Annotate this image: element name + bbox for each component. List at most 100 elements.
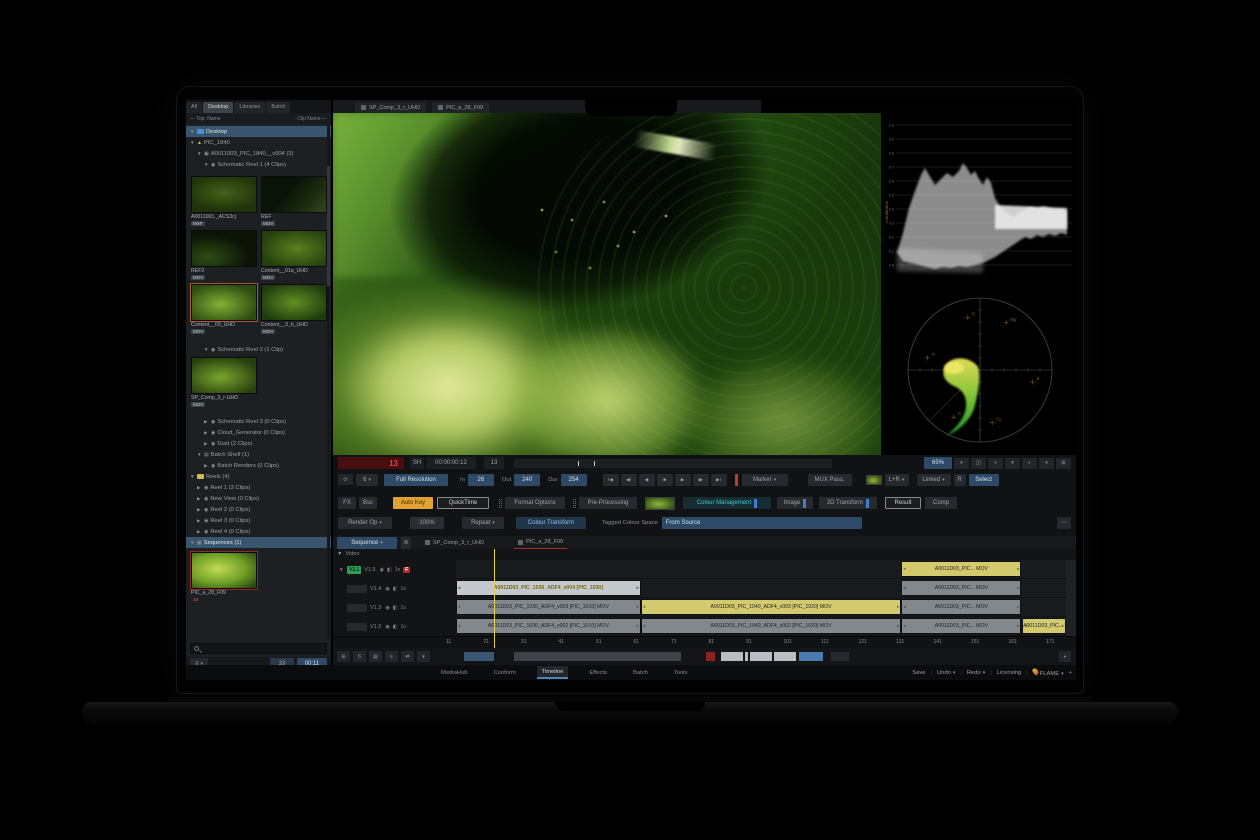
timeline-extent-bar[interactable] bbox=[514, 652, 681, 661]
eye-icon[interactable]: ◉ bbox=[385, 586, 389, 592]
tree-item[interactable]: ▼◉Schematic Reel 1 (4 Clips) bbox=[186, 159, 331, 170]
tree-item[interactable]: ▼▲PIC_1840 bbox=[186, 137, 331, 148]
sh-field[interactable]: SH bbox=[410, 457, 424, 469]
record-indicator-icon[interactable] bbox=[706, 652, 715, 661]
solo-icon[interactable]: 1o bbox=[395, 567, 401, 573]
viewer-option-icon[interactable]: ▾ bbox=[1039, 458, 1054, 469]
toolbar-icon[interactable]: ≡ bbox=[385, 651, 398, 662]
fx-button[interactable]: FX bbox=[338, 497, 356, 509]
timeline-zoom-handle[interactable] bbox=[464, 652, 494, 661]
tree-item[interactable]: ▼▦Sequences (1) bbox=[186, 537, 331, 548]
clip-select-button[interactable]: 6▾ bbox=[356, 474, 378, 486]
bsc-button[interactable]: Bsc bbox=[359, 497, 377, 509]
dur-field[interactable]: 254 bbox=[561, 474, 587, 486]
appbar-licensing-button[interactable]: Licensing bbox=[997, 670, 1022, 676]
viewer-option-icon[interactable]: ◫ bbox=[971, 458, 986, 469]
tree-item[interactable]: ▶◉Dust (2 Clips) bbox=[186, 438, 331, 449]
clip-preview-image[interactable] bbox=[191, 176, 257, 213]
auto-key-button[interactable]: Auto Key bbox=[393, 497, 433, 509]
clip-thumbnail[interactable]: REFMOV bbox=[261, 176, 327, 230]
clip-thumbnail[interactable]: REF2MOV bbox=[191, 230, 257, 284]
clip-thumbnail[interactable]: PIC_a_28_F0933 bbox=[191, 552, 257, 603]
clip-preview-image[interactable] bbox=[261, 284, 327, 321]
appbar-flame-button[interactable]: FLAME▾ bbox=[1033, 668, 1064, 677]
codec-button[interactable]: QuickTime bbox=[437, 497, 489, 509]
mute-icon[interactable]: ◧ bbox=[393, 605, 398, 611]
tree-caret-icon[interactable]: ▶ bbox=[204, 430, 211, 436]
transport-button[interactable]: ▶ bbox=[675, 474, 691, 486]
appbar-save-button[interactable]: Save bbox=[912, 670, 925, 676]
media-tab-all[interactable]: All bbox=[186, 102, 202, 113]
timeline-segment[interactable]: A0011D03_PIC... MOV bbox=[1022, 618, 1066, 634]
tree-item[interactable]: ▼▣A0011003_PIC_1840__v004 (3) bbox=[186, 148, 331, 159]
tree-caret-icon[interactable]: ▶ bbox=[197, 507, 204, 513]
track-caret-icon[interactable]: ▼ bbox=[339, 567, 347, 572]
edit-tool-button[interactable] bbox=[831, 652, 849, 661]
clip-preview-image[interactable] bbox=[261, 176, 327, 213]
clip-preview-image[interactable] bbox=[191, 284, 257, 321]
toolbar-icon[interactable]: ▾ bbox=[417, 651, 430, 662]
viewer-option-icon[interactable]: + bbox=[988, 458, 1003, 469]
workspace-tab-tools[interactable]: Tools bbox=[669, 666, 693, 679]
tree-item[interactable]: ▶◉Reel 3 (0 Clips) bbox=[186, 515, 331, 526]
viewer-option-icon[interactable]: ▾ bbox=[954, 458, 969, 469]
transport-button[interactable]: ▶I bbox=[711, 474, 727, 486]
select-button[interactable]: Select bbox=[969, 474, 999, 486]
timeline-ruler[interactable]: 1121314151617181911011111211311411511611… bbox=[333, 636, 1076, 648]
sequence-dropdown[interactable]: Sequence▾ bbox=[337, 537, 397, 549]
tree-item[interactable]: ▶◉Schematic Reel 3 (0 Clips) bbox=[186, 416, 331, 427]
tree-caret-icon[interactable]: ▶ bbox=[204, 419, 211, 425]
timeline-tab[interactable]: PIC_a_28_F09 bbox=[514, 537, 567, 549]
track-lane[interactable]: A0011D03_PIC_1030_ADF4_v004 [PIC_1030]A0… bbox=[456, 579, 1066, 598]
colour-transform-button[interactable]: Colour Transform bbox=[516, 517, 586, 529]
pre-processing-button[interactable]: Pre-Processing bbox=[579, 497, 637, 509]
tree-caret-icon[interactable]: ▼ bbox=[197, 151, 204, 156]
toolbar-icon[interactable]: ⇄ bbox=[401, 651, 414, 662]
toolbar-more-button[interactable]: ▾ bbox=[1059, 651, 1071, 662]
colour-management-button[interactable]: Colour Management bbox=[683, 497, 771, 509]
tree-item[interactable]: ▼Desktop bbox=[186, 126, 331, 137]
workspace-tab-batch[interactable]: Batch bbox=[628, 666, 653, 679]
mux-pass-button[interactable]: MUX Pass. bbox=[808, 474, 852, 486]
clip-preview-image[interactable] bbox=[191, 357, 257, 394]
track-header[interactable]: V1.4◉◧1o bbox=[333, 579, 456, 598]
lr-button[interactable]: L+R▾ bbox=[885, 474, 909, 486]
image-button[interactable]: Image bbox=[777, 497, 813, 509]
workspace-tab-mediahub[interactable]: MediaHub bbox=[436, 666, 472, 679]
mute-icon[interactable]: ◧ bbox=[393, 624, 398, 630]
toolbar-icon[interactable]: 6 bbox=[353, 651, 366, 662]
tagged-colour-space-field[interactable]: From Source bbox=[662, 517, 862, 529]
linked-button[interactable]: Linked▾ bbox=[917, 474, 951, 486]
viewer-option-icon[interactable]: ⊞ bbox=[1056, 458, 1071, 469]
media-search-input[interactable] bbox=[190, 643, 327, 654]
timeline-tab[interactable]: SP_Comp_3_r_UHD bbox=[421, 537, 488, 549]
track-header[interactable]: V1.2◉◧1o bbox=[333, 617, 456, 636]
timeline-segment[interactable]: A0011D03_PIC... MOV bbox=[901, 599, 1021, 615]
track-header[interactable]: V1.3◉◧1o bbox=[333, 598, 456, 617]
more-button[interactable]: ⋯ bbox=[1057, 517, 1071, 529]
edit-mode-button[interactable] bbox=[750, 652, 772, 661]
clip-preview-image[interactable] bbox=[191, 230, 257, 267]
mute-icon[interactable]: ◧ bbox=[393, 586, 398, 592]
appbar-redo-button[interactable]: Redo▾ bbox=[967, 670, 985, 676]
video-group-row[interactable]: ▼ Video bbox=[337, 549, 359, 559]
track-lane[interactable]: A0011D03_PIC... MOV bbox=[456, 560, 1066, 579]
solo-icon[interactable]: 1o bbox=[400, 605, 406, 611]
clip-preview-image[interactable] bbox=[261, 230, 327, 267]
media-tab-desktop[interactable]: Desktop bbox=[203, 102, 233, 113]
eye-icon[interactable]: ◉ bbox=[380, 567, 384, 573]
sort-top-name[interactable]: — Top: Name bbox=[190, 116, 220, 122]
sort-clip-name[interactable]: Clip Name — bbox=[297, 116, 327, 122]
active-edit-mode-button[interactable] bbox=[799, 652, 823, 661]
track-header[interactable]: ▼V1.1V1.5◉◧1oF bbox=[333, 560, 456, 579]
track-lane[interactable]: A0011D03_PIC_1030_ADF4_v002 [PIC_1010] M… bbox=[456, 617, 1066, 636]
tree-caret-icon[interactable]: ▼ bbox=[190, 140, 197, 145]
tree-item[interactable]: ▶◉Reel 4 (0 Clips) bbox=[186, 526, 331, 537]
edit-mode-button[interactable] bbox=[721, 652, 743, 661]
clip-thumbnail[interactable]: SP_Comp_3_r-UHDMOV bbox=[191, 357, 257, 408]
timeline-segment[interactable]: A0011D03_PIC_1040_ADF4_v003 [PIC_1020] M… bbox=[641, 599, 901, 615]
timeline-segment[interactable]: A0011D03_PIC_1040_ADF4_v002 [PIC_1020] M… bbox=[641, 618, 901, 634]
fx-badge[interactable]: F bbox=[403, 567, 410, 573]
workspace-tab-effects[interactable]: Effects bbox=[584, 666, 612, 679]
viewer-zoom-field[interactable]: 65% bbox=[924, 457, 952, 469]
